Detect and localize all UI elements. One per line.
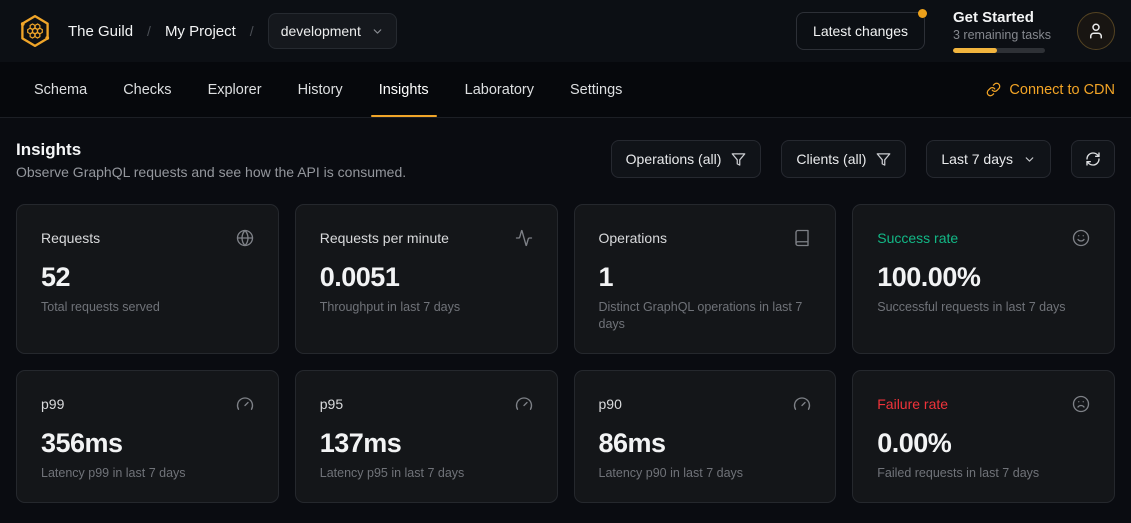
- card-title: p90: [599, 395, 622, 413]
- card-description: Successful requests in last 7 days: [877, 299, 1090, 316]
- card-value: 100.00%: [877, 261, 1090, 293]
- filter-icon: [731, 152, 746, 167]
- activity-icon: [515, 229, 533, 247]
- breadcrumb-project-link[interactable]: My Project: [165, 23, 236, 40]
- card-title: p95: [320, 395, 343, 413]
- stat-card-requests: Requests 52 Total requests served: [16, 204, 279, 354]
- card-value: 137ms: [320, 427, 533, 459]
- book-icon: [793, 229, 811, 247]
- stats-grid: Requests 52 Total requests served Reques…: [16, 204, 1115, 503]
- insights-page: Insights Observe GraphQL requests and se…: [0, 118, 1131, 503]
- clients-filter-button[interactable]: Clients (all): [781, 140, 906, 178]
- page-title: Insights: [16, 138, 406, 162]
- refresh-button[interactable]: [1071, 140, 1115, 178]
- avatar[interactable]: [1077, 12, 1115, 50]
- card-description: Failed requests in last 7 days: [877, 465, 1090, 482]
- connect-cdn-label: Connect to CDN: [1009, 82, 1115, 98]
- operations-filter-button[interactable]: Operations (all): [611, 140, 762, 178]
- get-started-widget[interactable]: Get Started 3 remaining tasks: [953, 9, 1049, 53]
- latest-changes-label: Latest changes: [813, 23, 908, 39]
- get-started-title: Get Started: [953, 9, 1049, 27]
- tab-explorer[interactable]: Explorer: [190, 62, 280, 117]
- guild-logo-icon[interactable]: [16, 12, 54, 50]
- card-title: Requests per minute: [320, 229, 449, 247]
- card-title: Requests: [41, 229, 100, 247]
- link-icon: [986, 82, 1001, 97]
- tab-history[interactable]: History: [280, 62, 361, 117]
- target-select-value: development: [281, 23, 361, 39]
- card-description: Latency p99 in last 7 days: [41, 465, 254, 482]
- card-title: Success rate: [877, 229, 958, 247]
- main-nav: Schema Checks Explorer History Insights …: [0, 62, 1131, 118]
- stat-card-p99: p99 356ms Latency p99 in last 7 days: [16, 370, 279, 503]
- refresh-icon: [1085, 151, 1101, 167]
- gauge-icon: [793, 395, 811, 413]
- card-value: 1: [599, 261, 812, 293]
- card-title: p99: [41, 395, 64, 413]
- stat-card-p95: p95 137ms Latency p95 in last 7 days: [295, 370, 558, 503]
- card-description: Latency p95 in last 7 days: [320, 465, 533, 482]
- frown-icon: [1072, 395, 1090, 413]
- card-title: Operations: [599, 229, 667, 247]
- latest-changes-button[interactable]: Latest changes: [796, 12, 925, 50]
- smile-icon: [1072, 229, 1090, 247]
- stat-card-failure-rate: Failure rate 0.00% Failed requests in la…: [852, 370, 1115, 503]
- card-title: Failure rate: [877, 395, 948, 413]
- operations-filter-label: Operations (all): [626, 151, 722, 167]
- card-description: Throughput in last 7 days: [320, 299, 533, 316]
- date-range-label: Last 7 days: [941, 151, 1013, 167]
- get-started-remaining-tasks: 3 remaining tasks: [953, 27, 1049, 43]
- tab-insights[interactable]: Insights: [361, 62, 447, 117]
- gauge-icon: [515, 395, 533, 413]
- connect-cdn-link[interactable]: Connect to CDN: [986, 62, 1115, 117]
- gauge-icon: [236, 395, 254, 413]
- card-description: Total requests served: [41, 299, 254, 316]
- stat-card-operations: Operations 1 Distinct GraphQL operations…: [574, 204, 837, 354]
- tab-laboratory[interactable]: Laboratory: [447, 62, 552, 117]
- card-value: 86ms: [599, 427, 812, 459]
- breadcrumb: The Guild / My Project / development: [68, 13, 397, 49]
- chevron-down-icon: [1023, 153, 1036, 166]
- stat-card-success-rate: Success rate 100.00% Successful requests…: [852, 204, 1115, 354]
- top-header: The Guild / My Project / development Lat…: [0, 0, 1131, 62]
- get-started-progress-bar: [953, 48, 1045, 53]
- tab-settings[interactable]: Settings: [552, 62, 640, 117]
- stat-card-p90: p90 86ms Latency p90 in last 7 days: [574, 370, 837, 503]
- page-subtitle: Observe GraphQL requests and see how the…: [16, 164, 406, 180]
- card-value: 356ms: [41, 427, 254, 459]
- tab-checks[interactable]: Checks: [105, 62, 189, 117]
- user-icon: [1087, 22, 1105, 40]
- breadcrumb-org-link[interactable]: The Guild: [68, 23, 133, 40]
- clients-filter-label: Clients (all): [796, 151, 866, 167]
- card-description: Distinct GraphQL operations in last 7 da…: [599, 299, 812, 333]
- globe-icon: [236, 229, 254, 247]
- breadcrumb-separator: /: [147, 23, 151, 39]
- card-value: 0.0051: [320, 261, 533, 293]
- card-value: 52: [41, 261, 254, 293]
- target-select[interactable]: development: [268, 13, 397, 49]
- filter-icon: [876, 152, 891, 167]
- get-started-progress-fill: [953, 48, 997, 53]
- card-description: Latency p90 in last 7 days: [599, 465, 812, 482]
- notification-dot: [918, 9, 927, 18]
- breadcrumb-separator: /: [250, 23, 254, 39]
- chevron-down-icon: [371, 25, 384, 38]
- card-value: 0.00%: [877, 427, 1090, 459]
- tab-schema[interactable]: Schema: [16, 62, 105, 117]
- stat-card-rpm: Requests per minute 0.0051 Throughput in…: [295, 204, 558, 354]
- date-range-select[interactable]: Last 7 days: [926, 140, 1051, 178]
